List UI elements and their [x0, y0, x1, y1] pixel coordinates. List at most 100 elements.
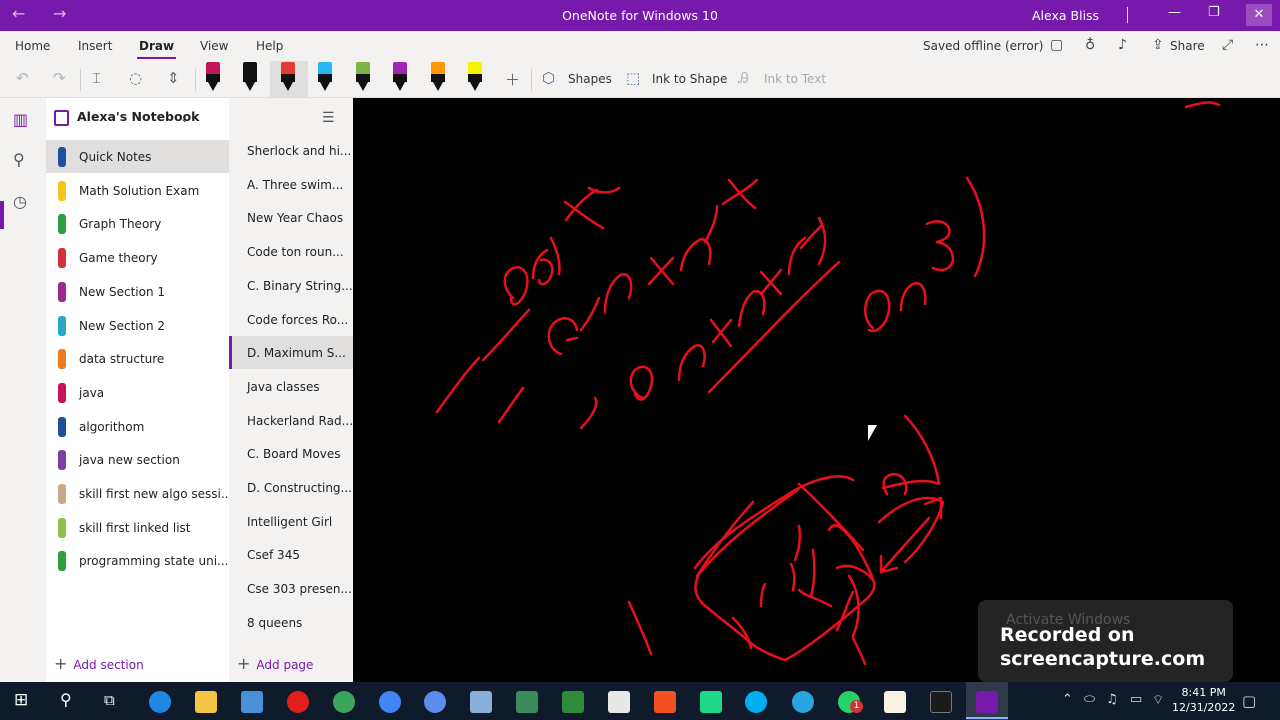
- page-item[interactable]: A. Three swim...: [229, 168, 353, 201]
- excel-icon[interactable]: [562, 691, 584, 713]
- recent-icon[interactable]: ◷: [13, 192, 27, 211]
- volume-icon[interactable]: ♫: [1106, 692, 1118, 707]
- redo-icon[interactable]: ↷: [53, 69, 66, 87]
- type-select-icon[interactable]: ⌶: [92, 69, 101, 87]
- undo-icon[interactable]: ↶: [16, 69, 29, 87]
- snipping-icon[interactable]: [608, 691, 630, 713]
- sort-icon[interactable]: ☰: [322, 110, 335, 126]
- task-view-icon[interactable]: ⧉: [104, 691, 115, 709]
- battery-icon[interactable]: ▭: [1130, 692, 1142, 707]
- pen-icon[interactable]: [356, 62, 370, 91]
- page-item[interactable]: C. Binary String...: [229, 269, 353, 302]
- windows-start-icon[interactable]: ⊞: [14, 690, 28, 710]
- clock[interactable]: 8:41 PM 12/31/2022: [1172, 685, 1235, 715]
- page-item[interactable]: D. Constructing...: [229, 471, 353, 504]
- sync-status[interactable]: Saved offline (error): [923, 39, 1043, 53]
- add-section-button[interactable]: + Add section: [54, 654, 144, 673]
- page-item[interactable]: Code ton roun...: [229, 235, 353, 268]
- file-explorer-icon[interactable]: [195, 691, 217, 713]
- section-item[interactable]: data structure: [46, 342, 229, 375]
- section-item[interactable]: Math Solution Exam: [46, 174, 229, 207]
- section-item[interactable]: algorithom: [46, 410, 229, 443]
- page-view-icon[interactable]: ▢: [1050, 37, 1063, 53]
- section-item[interactable]: Graph Theory: [46, 207, 229, 240]
- tab-view[interactable]: View: [200, 39, 228, 53]
- virtualbox-icon[interactable]: [470, 691, 492, 713]
- action-center-icon[interactable]: ▢: [1242, 692, 1256, 710]
- todo-icon[interactable]: [424, 691, 446, 713]
- add-page-button[interactable]: + Add page: [237, 654, 313, 673]
- telegram-icon[interactable]: [792, 691, 814, 713]
- add-pen-icon[interactable]: ＋: [505, 69, 520, 90]
- page-item[interactable]: Intelligent Girl: [229, 505, 353, 538]
- tab-home[interactable]: Home: [15, 39, 50, 53]
- page-item[interactable]: Sherlock and hi...: [229, 134, 353, 167]
- chevron-down-icon[interactable]: ⌄: [180, 112, 189, 125]
- section-item[interactable]: New Section 1: [46, 275, 229, 308]
- pycharm-icon[interactable]: [700, 691, 722, 713]
- search-icon[interactable]: ⚲: [60, 690, 72, 709]
- page-item[interactable]: Java classes: [229, 370, 353, 403]
- mail-icon[interactable]: [241, 691, 263, 713]
- app-icon[interactable]: [516, 691, 538, 713]
- chevron-up-icon[interactable]: ⌃: [1062, 692, 1073, 707]
- lasso-select-icon[interactable]: ◌: [129, 69, 142, 87]
- chrome-profile-icon[interactable]: [379, 691, 401, 713]
- ink-to-text-icon[interactable]: Ꭿ: [738, 69, 749, 87]
- section-item[interactable]: New Section 2: [46, 309, 229, 342]
- wifi-icon[interactable]: ⌔: [1152, 692, 1164, 708]
- add-space-icon[interactable]: ⇕: [167, 69, 180, 87]
- ink-to-text-button[interactable]: Ink to Text: [764, 72, 826, 86]
- chrome-icon[interactable]: [333, 691, 355, 713]
- expand-icon[interactable]: ⤢: [1222, 37, 1233, 53]
- page-canvas[interactable]: [353, 98, 1280, 682]
- section-item[interactable]: skill first linked list: [46, 511, 229, 544]
- pen-icon[interactable]: [318, 62, 332, 91]
- bell-icon[interactable]: ♪: [1118, 37, 1127, 53]
- more-options-icon[interactable]: ⋯: [1255, 37, 1269, 53]
- section-item[interactable]: java: [46, 376, 229, 409]
- section-item[interactable]: Game theory: [46, 241, 229, 274]
- shapes-icon[interactable]: ⬡: [542, 69, 555, 87]
- opera-icon[interactable]: [287, 691, 309, 713]
- lightbulb-icon[interactable]: ♁: [1085, 37, 1095, 53]
- page-item[interactable]: Code forces Ro...: [229, 303, 353, 336]
- maximize-icon[interactable]: ❐: [1208, 5, 1220, 20]
- notebooks-icon[interactable]: ▥: [13, 110, 28, 129]
- ink-to-shape-icon[interactable]: ⬚: [626, 69, 640, 87]
- share-button[interactable]: Share: [1170, 39, 1205, 53]
- tab-insert[interactable]: Insert: [78, 39, 112, 53]
- page-item[interactable]: Cse 303 presen...: [229, 572, 353, 605]
- page-item[interactable]: C. Board Moves: [229, 437, 353, 470]
- shapes-button[interactable]: Shapes: [568, 72, 612, 86]
- onenote-icon[interactable]: [976, 691, 998, 713]
- section-item[interactable]: Quick Notes: [46, 140, 229, 173]
- skype-icon[interactable]: [745, 691, 767, 713]
- page-item[interactable]: 8 queens: [229, 606, 353, 639]
- pen-icon[interactable]: [393, 62, 407, 91]
- page-item[interactable]: D. Maximum S...: [229, 336, 353, 370]
- close-icon[interactable]: ✕: [1246, 4, 1272, 26]
- pen-icon[interactable]: [243, 62, 257, 91]
- search-icon[interactable]: ⚲: [13, 150, 25, 169]
- section-item[interactable]: java new section: [46, 443, 229, 476]
- pen-icon[interactable]: [468, 62, 482, 91]
- network-icon[interactable]: ⬭: [1084, 692, 1095, 707]
- pen-icon[interactable]: [431, 62, 445, 91]
- user-name[interactable]: Alexa Bliss: [1032, 8, 1099, 23]
- share-icon[interactable]: ⇪: [1152, 37, 1164, 53]
- pen-icon[interactable]: [281, 62, 295, 91]
- minimize-icon[interactable]: —: [1168, 5, 1181, 20]
- page-item[interactable]: Hackerland Rad...: [229, 404, 353, 437]
- notepad-icon[interactable]: [884, 691, 906, 713]
- edge-icon[interactable]: [149, 691, 171, 713]
- ink-to-shape-button[interactable]: Ink to Shape: [652, 72, 727, 86]
- pen-icon[interactable]: [206, 62, 220, 91]
- store-icon[interactable]: [654, 691, 676, 713]
- tab-draw[interactable]: Draw: [136, 39, 177, 59]
- section-item[interactable]: skill first new algo sessi...: [46, 477, 232, 510]
- section-item[interactable]: programming state uni...: [46, 544, 229, 577]
- page-item[interactable]: New Year Chaos: [229, 201, 353, 234]
- tab-help[interactable]: Help: [256, 39, 283, 53]
- terminal-icon[interactable]: [930, 691, 952, 713]
